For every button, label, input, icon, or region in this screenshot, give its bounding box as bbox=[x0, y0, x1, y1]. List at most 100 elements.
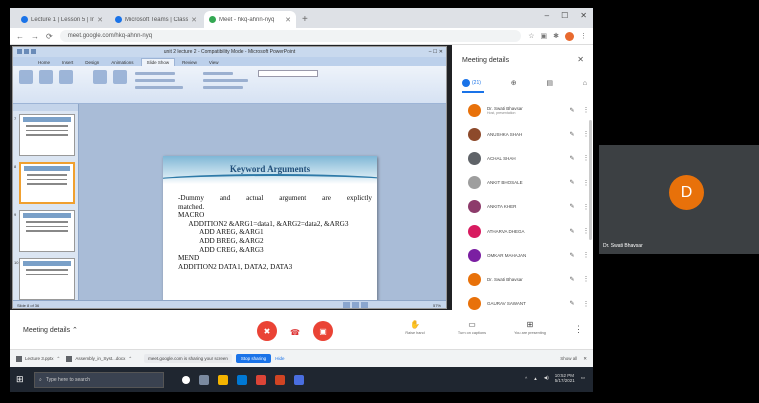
activities-icon[interactable]: ⌂ bbox=[583, 80, 587, 87]
add-people-icon[interactable]: ⊕ bbox=[511, 79, 517, 87]
participant-more-icon[interactable]: ⋮ bbox=[579, 106, 593, 114]
chrome-icon[interactable] bbox=[256, 374, 266, 385]
participant-row[interactable]: OMKAR MAHAJAN ✎ ⋮ bbox=[452, 243, 593, 267]
hide-button[interactable]: Hide bbox=[275, 356, 284, 361]
close-downloads-icon[interactable]: ✕ bbox=[583, 356, 587, 362]
custom-slide-show-icon[interactable] bbox=[59, 70, 73, 84]
ribbon-tab-design[interactable]: Design bbox=[80, 59, 104, 66]
profile-avatar[interactable] bbox=[565, 31, 574, 41]
self-video-tile[interactable]: D Dr. Swati Bhavsar bbox=[599, 145, 759, 254]
browser-tab[interactable]: Microsoft Teams | Classroom Meeting✕ bbox=[110, 11, 202, 28]
mic-muted-icon[interactable]: ✎ bbox=[565, 252, 579, 259]
mic-muted-icon[interactable]: ✎ bbox=[565, 179, 579, 186]
people-tab[interactable]: (21) bbox=[462, 79, 481, 87]
maximize-icon[interactable]: ☐ bbox=[561, 11, 568, 20]
ribbon-tab-view[interactable]: View bbox=[204, 59, 224, 66]
participant-row[interactable]: Dr. Swati Bhavsar ✎ ⋮ bbox=[452, 267, 593, 291]
close-panel-icon[interactable]: ✕ bbox=[577, 55, 584, 64]
puzzle-icon[interactable]: ✱ bbox=[553, 32, 559, 40]
mic-muted-icon[interactable]: ✎ bbox=[565, 300, 579, 307]
sorter-view-icon[interactable] bbox=[352, 302, 359, 308]
camera-off-button[interactable]: ▣ bbox=[313, 321, 333, 341]
mic-muted-icon[interactable]: ✎ bbox=[565, 203, 579, 210]
ribbon-tab-review[interactable]: Review bbox=[177, 59, 202, 66]
tab-close-icon[interactable]: ✕ bbox=[97, 16, 103, 24]
resolution-option[interactable] bbox=[203, 72, 233, 75]
menu-dots-icon[interactable]: ⋮ bbox=[580, 32, 587, 40]
tab-close-icon[interactable]: ✕ bbox=[285, 16, 291, 24]
back-icon[interactable]: ← bbox=[16, 32, 24, 41]
thumbnails-tabs[interactable] bbox=[13, 104, 78, 111]
captions-button[interactable]: ▭ Turn on captions bbox=[452, 320, 492, 335]
ribbon-tab-insert[interactable]: Insert bbox=[57, 59, 78, 66]
from-beginning-icon[interactable] bbox=[19, 70, 33, 84]
presenting-button[interactable]: ⊞ You are presenting bbox=[510, 320, 550, 335]
slide-thumbnail[interactable] bbox=[19, 258, 75, 300]
cortana-icon[interactable] bbox=[182, 375, 190, 384]
mic-muted-icon[interactable]: ✎ bbox=[565, 107, 579, 114]
setup-slide-show-icon[interactable] bbox=[93, 70, 107, 84]
hang-up-icon[interactable]: ☎ bbox=[290, 328, 300, 337]
stop-sharing-button[interactable]: Stop sharing bbox=[235, 354, 272, 363]
file-explorer-icon[interactable] bbox=[218, 374, 228, 385]
slideshow-view-icon[interactable] bbox=[361, 302, 368, 308]
taskbar-search-input[interactable]: ⌕ Type here to search bbox=[34, 371, 164, 388]
current-slide[interactable]: Keyword Arguments -Dummy and actual argu… bbox=[163, 156, 377, 308]
close-window-icon[interactable]: ✕ bbox=[580, 11, 587, 20]
raise-hand-button[interactable]: ✋ Raise hand bbox=[395, 320, 435, 335]
mic-muted-icon[interactable]: ✎ bbox=[565, 155, 579, 162]
extension-icon[interactable]: ▣ bbox=[541, 32, 548, 40]
mic-off-button[interactable]: ✖ bbox=[257, 321, 277, 341]
task-view-icon[interactable] bbox=[199, 374, 209, 385]
slide-thumbnail[interactable] bbox=[19, 114, 75, 156]
tray-arrow-icon[interactable]: ^ bbox=[525, 376, 527, 381]
participant-row[interactable]: ANKIT BHOSALE ✎ ⋮ bbox=[452, 171, 593, 195]
new-tab-icon[interactable]: + bbox=[298, 14, 312, 28]
forward-icon[interactable]: → bbox=[31, 32, 39, 41]
url-input[interactable]: meet.google.com/hkq-ahnn-nyq bbox=[59, 30, 522, 42]
participant-row[interactable]: Dr. Swati Bhavsar Host, presentation ✎ ⋮ bbox=[452, 98, 593, 122]
ribbon-tab-slide-show[interactable]: Slide Show bbox=[140, 58, 176, 66]
office-button-icon[interactable] bbox=[17, 49, 22, 54]
mic-muted-icon[interactable]: ✎ bbox=[565, 131, 579, 138]
ribbon-tab-animations[interactable]: Animations bbox=[106, 59, 138, 66]
chat-icon[interactable]: ▤ bbox=[546, 79, 553, 87]
participant-more-icon[interactable]: ⋮ bbox=[579, 251, 593, 259]
from-current-slide-icon[interactable] bbox=[39, 70, 53, 84]
powerpoint-icon[interactable] bbox=[275, 374, 285, 385]
save-icon[interactable] bbox=[24, 49, 29, 54]
mic-muted-icon[interactable]: ✎ bbox=[565, 276, 579, 283]
rehearse-timings-option[interactable] bbox=[135, 79, 175, 82]
minimize-icon[interactable]: – bbox=[545, 11, 549, 20]
browser-tab[interactable]: Lecture 1 | Lesson 5 | Introduction to..… bbox=[16, 11, 108, 28]
star-icon[interactable]: ☆ bbox=[528, 32, 534, 40]
record-narration-option[interactable] bbox=[135, 72, 175, 75]
hide-slide-icon[interactable] bbox=[113, 70, 127, 84]
participant-row[interactable]: ANKITA KHER ✎ ⋮ bbox=[452, 195, 593, 219]
panel-scrollbar[interactable] bbox=[589, 120, 592, 240]
ppt-window-controls[interactable]: – ☐ ✕ bbox=[429, 47, 443, 57]
resolution-select[interactable] bbox=[258, 70, 318, 77]
store-icon[interactable] bbox=[237, 374, 247, 385]
tab-close-icon[interactable]: ✕ bbox=[191, 16, 197, 24]
show-on-option[interactable] bbox=[203, 79, 248, 82]
participant-more-icon[interactable]: ⋮ bbox=[579, 275, 593, 283]
browser-tab-active[interactable]: Meet - hkq-ahnn-nyq ✕ bbox=[204, 11, 296, 28]
reload-icon[interactable]: ⟳ bbox=[46, 32, 53, 41]
teams-icon[interactable] bbox=[294, 374, 304, 385]
mic-muted-icon[interactable]: ✎ bbox=[565, 228, 579, 235]
more-options-icon[interactable]: ⋮ bbox=[574, 324, 583, 335]
slide-thumbnail-selected[interactable] bbox=[19, 162, 75, 204]
download-item[interactable]: Lecture 3.pptx ⌃ bbox=[16, 355, 60, 362]
participant-row[interactable]: ATHARVA DHEGA ✎ ⋮ bbox=[452, 219, 593, 243]
undo-icon[interactable] bbox=[31, 49, 36, 54]
zoom-level[interactable]: 57% bbox=[433, 303, 441, 308]
windows-start-icon[interactable]: ⊞ bbox=[16, 374, 34, 385]
volume-icon[interactable]: ◀) bbox=[544, 375, 549, 381]
participant-more-icon[interactable]: ⋮ bbox=[579, 300, 593, 308]
presenter-view-option[interactable] bbox=[203, 86, 243, 89]
notifications-icon[interactable]: ▭ bbox=[581, 375, 585, 381]
participant-row[interactable]: ACHAL SHAH ✎ ⋮ bbox=[452, 146, 593, 170]
clock[interactable]: 10:52 PM 5/17/2021 bbox=[555, 373, 575, 383]
meeting-details-button[interactable]: Meeting details ⌃ bbox=[23, 326, 78, 334]
